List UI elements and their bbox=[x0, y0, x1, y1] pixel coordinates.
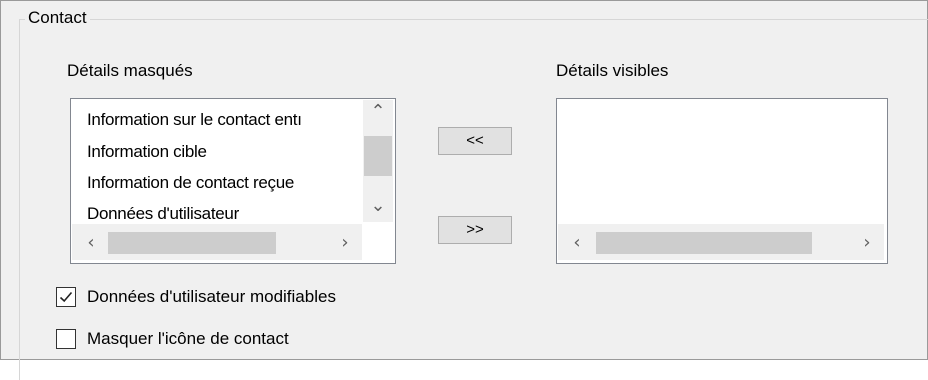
scroll-right-icon[interactable]: › bbox=[858, 234, 876, 252]
move-to-hidden-button[interactable]: << bbox=[438, 127, 512, 155]
visible-details-label: Détails visibles bbox=[556, 61, 669, 80]
contact-settings-panel: Contact Détails masqués Information sur … bbox=[0, 0, 928, 380]
hscroll-thumb[interactable] bbox=[108, 232, 276, 254]
vscroll-thumb[interactable] bbox=[364, 136, 392, 176]
hidden-details-label: Détails masqués bbox=[67, 61, 193, 80]
hidden-details-vscrollbar[interactable]: ⌃ ⌄ bbox=[363, 100, 393, 222]
scroll-up-icon[interactable]: ⌃ bbox=[369, 103, 387, 121]
visible-details-listbox[interactable]: ‹ › bbox=[556, 98, 888, 264]
scroll-right-icon[interactable]: › bbox=[336, 234, 354, 252]
hide-contact-icon-checkbox[interactable] bbox=[56, 329, 76, 349]
editable-user-data-checkbox[interactable] bbox=[56, 287, 76, 307]
group-title: Contact bbox=[25, 7, 90, 29]
scroll-left-icon[interactable]: ‹ bbox=[82, 234, 100, 252]
list-item[interactable]: Information cible bbox=[87, 141, 207, 163]
hide-contact-icon-label[interactable]: Masquer l'icône de contact bbox=[87, 328, 289, 350]
move-to-visible-button[interactable]: >> bbox=[438, 216, 512, 244]
hidden-details-listbox[interactable]: Information sur le contact entı Informat… bbox=[70, 98, 396, 264]
visible-details-hscrollbar[interactable]: ‹ › bbox=[558, 224, 884, 260]
list-item[interactable]: Information sur le contact entı bbox=[87, 109, 302, 131]
scroll-down-icon[interactable]: ⌄ bbox=[369, 197, 387, 215]
hscroll-thumb[interactable] bbox=[596, 232, 812, 254]
hidden-details-hscrollbar[interactable]: ‹ › bbox=[72, 224, 362, 260]
list-item[interactable]: Données d'utilisateur bbox=[87, 203, 239, 219]
scroll-left-icon[interactable]: ‹ bbox=[568, 234, 586, 252]
list-item[interactable]: Information de contact reçue bbox=[87, 172, 294, 194]
checkmark-icon bbox=[59, 291, 73, 303]
editable-user-data-label[interactable]: Données d'utilisateur modifiables bbox=[87, 286, 336, 308]
